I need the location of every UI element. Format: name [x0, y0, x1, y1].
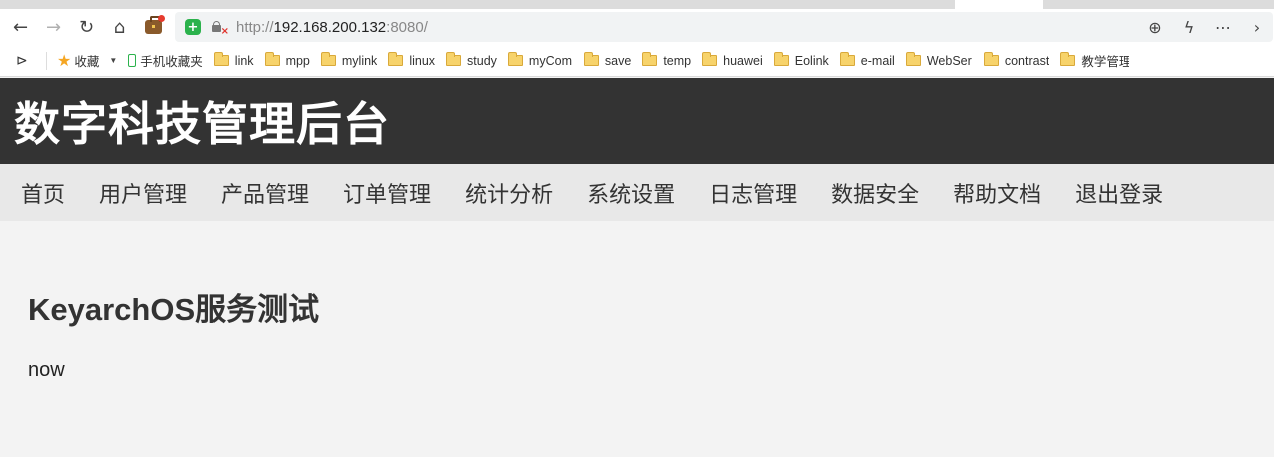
nav-home[interactable]: 首页: [21, 177, 65, 209]
nav-product-management[interactable]: 产品管理: [221, 177, 309, 209]
url-scheme: http://: [236, 18, 274, 36]
bookmark-label: 手机收藏夹: [140, 55, 203, 69]
briefcase-extension-icon[interactable]: [142, 15, 165, 38]
folder-icon: [642, 52, 658, 66]
site-title: 数字科技管理后台: [14, 97, 390, 151]
bookmark-label: mylink: [341, 53, 378, 68]
bookmark-folder-mylink[interactable]: mylink: [320, 52, 378, 68]
bookmark-label: 教学管理: [1081, 55, 1130, 69]
reload-icon: ↻: [78, 16, 95, 38]
nav-user-management[interactable]: 用户管理: [99, 177, 187, 209]
address-bar-actions: ⊕ ϟ ⋯ ›: [1147, 12, 1265, 42]
bookmark-folder-temp[interactable]: temp: [642, 52, 692, 68]
url-port-path: :8080/: [386, 18, 428, 36]
bookmark-label: save: [604, 53, 632, 68]
folder-icon: [446, 52, 462, 66]
bookmark-label: WebSer: [926, 53, 972, 68]
folder-icon: [213, 52, 229, 66]
bookmark-folder-study[interactable]: study: [446, 52, 497, 68]
body-text: now: [28, 359, 65, 381]
bookmark-label: contrast: [1004, 53, 1050, 68]
bookmark-label: myCom: [528, 53, 572, 68]
bookmark-folder-link[interactable]: link: [213, 52, 254, 68]
main-content: KeyarchOS服务测试 now: [28, 284, 319, 382]
notification-dot: [158, 15, 165, 22]
zoom-icon[interactable]: ⊕: [1147, 18, 1163, 37]
bookmark-mobile[interactable]: 手机收藏夹: [128, 51, 203, 70]
nav-data-security[interactable]: 数据安全: [831, 177, 919, 209]
nav-order-management[interactable]: 订单管理: [343, 177, 431, 209]
folder-icon: [702, 52, 718, 66]
bookmark-label: mpp: [285, 53, 310, 68]
caret-down-icon[interactable]: ▼: [109, 56, 117, 65]
back-button[interactable]: ←: [4, 11, 37, 43]
forward-button[interactable]: →: [37, 11, 70, 43]
bookmark-folder-huawei[interactable]: huawei: [702, 52, 763, 68]
folder-icon: [320, 52, 336, 66]
address-bar[interactable]: + × http://192.168.200.132:8080/ ⊕ ϟ ⋯ ›: [175, 12, 1273, 42]
bookmark-label: 收藏: [74, 55, 100, 69]
phone-icon: [128, 54, 137, 67]
folder-icon: [905, 52, 921, 66]
folder-icon: [583, 52, 599, 66]
site-header: 数字科技管理后台: [0, 78, 1274, 164]
home-icon: ⌂: [113, 16, 126, 38]
lightning-icon[interactable]: ϟ: [1181, 18, 1197, 37]
bookmark-folder-contrast[interactable]: contrast: [983, 52, 1050, 68]
bookmark-folder-teaching[interactable]: 教学管理: [1060, 51, 1129, 70]
bookmark-label: e-mail: [860, 53, 895, 68]
nav-help-docs[interactable]: 帮助文档: [953, 177, 1041, 209]
folder-icon: [388, 52, 404, 66]
security-shield-icon[interactable]: +: [185, 19, 201, 35]
bookmark-folder-eolink[interactable]: Eolink: [773, 52, 829, 68]
bookmark-label: Eolink: [794, 53, 829, 68]
folder-icon: [507, 52, 523, 66]
chevron-right-icon[interactable]: ›: [1249, 18, 1265, 37]
nav-system-settings[interactable]: 系统设置: [587, 177, 675, 209]
insecure-lock-icon[interactable]: ×: [211, 20, 229, 37]
browser-toolbar: ← → ↻ ⌂ + × http://192.168.200.132:8080/…: [0, 9, 1274, 45]
browser-tab-strip: [0, 0, 1274, 9]
briefcase-icon: [144, 16, 162, 34]
bookmarks-bar: ⊳ ★ 收藏 ▼ 手机收藏夹 link mpp mylink linux stu…: [0, 45, 1274, 77]
folder-icon: [264, 52, 280, 66]
active-tab[interactable]: [955, 0, 1043, 9]
folder-icon: [1060, 52, 1076, 66]
bookmark-folder-linux[interactable]: linux: [388, 52, 436, 68]
bookmark-label: linux: [409, 53, 436, 68]
bookmark-label: temp: [663, 53, 692, 68]
nav-logout[interactable]: 退出登录: [1075, 177, 1163, 209]
bookmark-label: study: [467, 53, 497, 68]
url-text[interactable]: http://192.168.200.132:8080/: [236, 19, 428, 36]
forward-arrow-icon: →: [45, 16, 62, 38]
bookmark-folder-email[interactable]: e-mail: [839, 52, 895, 68]
bookmark-favorites[interactable]: ★ 收藏 ▼: [57, 51, 117, 71]
page-heading: KeyarchOS服务测试: [28, 292, 320, 327]
reload-button[interactable]: ↻: [70, 11, 103, 43]
bookmark-folder-webser[interactable]: WebSer: [905, 52, 973, 68]
folder-icon: [839, 52, 855, 66]
bookmark-label: huawei: [723, 53, 763, 68]
bookmarks-divider: [46, 51, 47, 70]
home-button[interactable]: ⌂: [103, 11, 136, 43]
back-arrow-icon: ←: [12, 16, 29, 38]
nav-statistics[interactable]: 统计分析: [465, 177, 553, 209]
main-nav: 首页 用户管理 产品管理 订单管理 统计分析 系统设置 日志管理 数据安全 帮助…: [0, 164, 1274, 221]
url-host: 192.168.200.132: [273, 18, 387, 36]
bookmark-folder-mpp[interactable]: mpp: [264, 52, 310, 68]
bookmark-label: link: [234, 53, 254, 68]
more-options-icon[interactable]: ⋯: [1215, 18, 1231, 37]
folder-icon: [773, 52, 789, 66]
folder-icon: [983, 52, 999, 66]
bookmark-folder-save[interactable]: save: [583, 52, 632, 68]
bookmark-folder-mycom[interactable]: myCom: [507, 52, 573, 68]
sidebar-toggle-icon[interactable]: ⊳: [16, 52, 32, 69]
star-icon: ★: [57, 52, 72, 70]
nav-log-management[interactable]: 日志管理: [709, 177, 797, 209]
